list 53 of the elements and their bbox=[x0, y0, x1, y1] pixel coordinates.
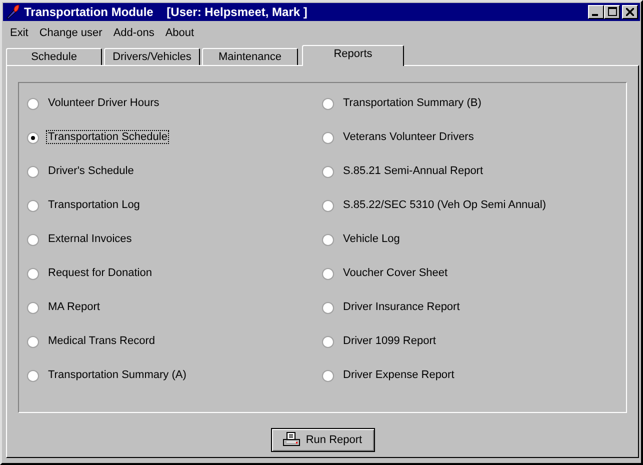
minimize-button[interactable] bbox=[588, 5, 604, 19]
menu-item[interactable]: Add-ons bbox=[113, 27, 154, 39]
maximize-button[interactable] bbox=[604, 5, 620, 19]
radio-label[interactable]: Medical Trans Record bbox=[46, 334, 157, 348]
radio-button[interactable] bbox=[322, 98, 334, 110]
radio-button[interactable] bbox=[27, 132, 39, 144]
radio-label[interactable]: Transportation Log bbox=[46, 198, 142, 212]
menu-item[interactable]: Exit bbox=[10, 27, 28, 39]
menu-item[interactable]: Change user bbox=[39, 27, 102, 39]
radio-button[interactable] bbox=[322, 166, 334, 178]
radio-label[interactable]: Driver's Schedule bbox=[46, 164, 136, 178]
radio-button[interactable] bbox=[27, 166, 39, 178]
radio-button[interactable] bbox=[27, 302, 39, 314]
window-title: Transportation Module [User: Helpsmeet, Mark ] bbox=[24, 5, 308, 19]
close-icon bbox=[626, 8, 634, 16]
torch-icon bbox=[5, 4, 21, 20]
radio-button[interactable] bbox=[322, 370, 334, 382]
radio-label[interactable]: Vehicle Log bbox=[341, 232, 402, 246]
radio-button[interactable] bbox=[322, 302, 334, 314]
radio-button[interactable] bbox=[322, 234, 334, 246]
tab[interactable]: Drivers/Vehicles bbox=[104, 48, 200, 65]
close-button[interactable] bbox=[622, 5, 638, 19]
tab[interactable]: Schedule bbox=[6, 48, 102, 65]
radio-label[interactable]: Driver 1099 Report bbox=[341, 334, 438, 348]
radio-label[interactable]: S.85.22/SEC 5310 (Veh Op Semi Annual) bbox=[341, 198, 548, 212]
radio-label[interactable]: Transportation Schedule bbox=[46, 130, 170, 144]
radio-label[interactable]: External Invoices bbox=[46, 232, 134, 246]
radio-button[interactable] bbox=[27, 268, 39, 280]
radio-button[interactable] bbox=[322, 268, 334, 280]
tab[interactable]: Reports bbox=[302, 45, 404, 66]
radio-button[interactable] bbox=[27, 234, 39, 246]
radio-label[interactable]: MA Report bbox=[46, 300, 102, 314]
run-report-button[interactable]: Run Report bbox=[270, 428, 374, 452]
radio-label[interactable]: Volunteer Driver Hours bbox=[46, 96, 162, 110]
menu-item[interactable]: About bbox=[165, 27, 194, 39]
radio-label[interactable]: Transportation Summary (A) bbox=[46, 368, 188, 382]
tab[interactable]: Maintenance bbox=[202, 48, 298, 65]
radio-label[interactable]: Voucher Cover Sheet bbox=[341, 266, 450, 280]
radio-button[interactable] bbox=[27, 200, 39, 212]
radio-button[interactable] bbox=[27, 370, 39, 382]
radio-button[interactable] bbox=[27, 336, 39, 348]
maximize-icon bbox=[608, 7, 616, 16]
radio-label[interactable]: S.85.21 Semi-Annual Report bbox=[341, 164, 486, 178]
radio-button[interactable] bbox=[27, 98, 39, 110]
radio-button[interactable] bbox=[322, 132, 334, 144]
radio-button[interactable] bbox=[322, 336, 334, 348]
radio-label[interactable]: Transportation Summary (B) bbox=[341, 96, 484, 110]
radio-label[interactable]: Veterans Volunteer Drivers bbox=[341, 130, 476, 144]
radio-label[interactable]: Request for Donation bbox=[46, 266, 154, 280]
printer-icon bbox=[282, 432, 301, 448]
radio-button[interactable] bbox=[322, 200, 334, 212]
radio-label[interactable]: Driver Expense Report bbox=[341, 368, 456, 382]
radio-label[interactable]: Driver Insurance Report bbox=[341, 300, 462, 314]
